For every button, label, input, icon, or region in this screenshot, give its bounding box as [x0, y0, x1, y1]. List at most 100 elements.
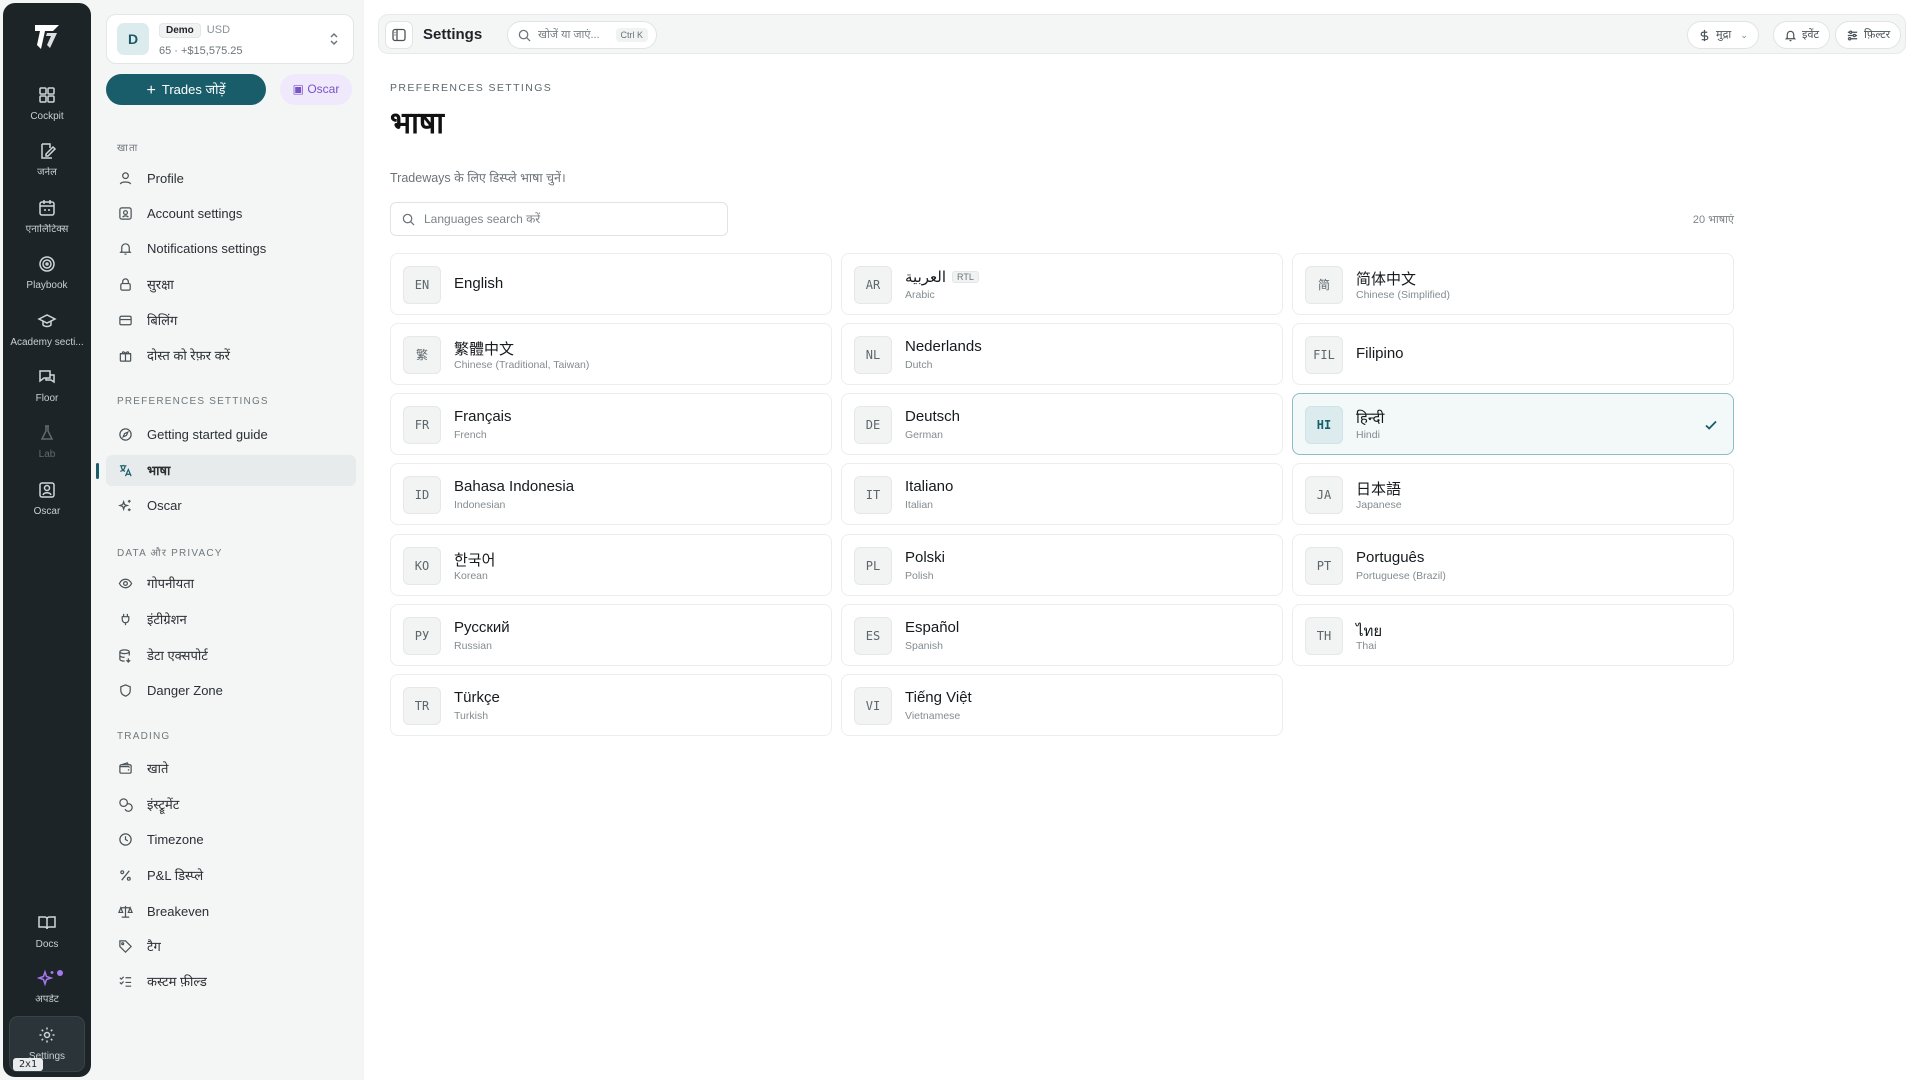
rail-item-playbook[interactable]: Playbook [3, 254, 91, 304]
language-option[interactable]: PL Polski Polish [841, 534, 1283, 596]
nav-item-label: P&L डिस्प्ले [147, 868, 204, 883]
language-option[interactable]: VI Tiếng Việt Vietnamese [841, 674, 1283, 736]
nav-item-language[interactable]: भाषा [96, 455, 356, 486]
nav-item-notifications[interactable]: Notifications settings [106, 233, 356, 264]
language-option[interactable]: ES Español Spanish [841, 604, 1283, 666]
language-name: हिन्दी [1356, 408, 1384, 428]
language-english-name: Polish [905, 570, 934, 582]
language-option[interactable]: TH ไทย Thai [1292, 604, 1734, 666]
currency-dropdown[interactable]: मुद्रा ⌄ [1687, 21, 1759, 49]
tradeways-logo-icon[interactable] [31, 21, 63, 53]
language-option[interactable]: TR Türkçe Turkish [390, 674, 832, 736]
language-name: Polski [905, 549, 945, 566]
language-name-text: Italiano [905, 478, 954, 495]
rail-item-updates[interactable]: अपडेट [3, 968, 91, 1018]
language-name: Deutsch [905, 408, 960, 425]
rail-item-lab[interactable]: Lab [3, 423, 91, 473]
rail-item-oscar[interactable]: Oscar [3, 480, 91, 530]
rail-item-analytics[interactable]: एनालिटिक्स [3, 198, 91, 248]
compass-icon [119, 428, 132, 441]
account-switcher[interactable]: D Demo USD 65 · +$15,575.25 [106, 14, 354, 64]
nav-item-label: इंटीग्रेशन [147, 612, 187, 627]
language-option[interactable]: EN English [390, 253, 832, 315]
rail-item-journal[interactable]: जर्नल [3, 141, 91, 191]
nav-item-profile[interactable]: Profile [106, 163, 356, 194]
language-code-badge: PL [854, 547, 892, 585]
language-name-text: Français [454, 408, 512, 425]
nav-item-integrations[interactable]: इंटीग्रेशन [106, 604, 356, 635]
nav-item-label: डेटा एक्सपोर्ट [147, 648, 208, 663]
tag-icon [119, 940, 132, 953]
nav-item-accounts[interactable]: खाते [106, 753, 356, 784]
nav-item-instruments[interactable]: इंस्ट्रूमेंट [106, 789, 356, 820]
language-option[interactable]: 简简体中文 Chinese (Simplified) [1292, 253, 1734, 315]
language-code-badge: DE [854, 406, 892, 444]
language-option[interactable]: ID Bahasa Indonesia Indonesian [390, 463, 832, 525]
checklist-icon [119, 976, 132, 987]
rail-item-academy[interactable]: Academy secti... [3, 311, 91, 361]
language-option[interactable]: AR العربية RTL Arabic [841, 253, 1283, 315]
sidebar-toggle-button[interactable] [385, 21, 413, 49]
language-code-badge: ES [854, 617, 892, 655]
language-name: Tiếng Việt [905, 689, 972, 706]
nav-item-data-export[interactable]: डेटा एक्सपोर्ट [106, 640, 356, 671]
language-code-badge: ID [403, 476, 441, 514]
nav-item-security[interactable]: सुरक्षा [106, 269, 356, 300]
language-option[interactable]: PT Português Portuguese (Brazil) [1292, 534, 1734, 596]
language-english-name: Dutch [905, 359, 933, 371]
language-option[interactable]: FR Français French [390, 393, 832, 455]
page-description: Tradeways के लिए डिस्प्ले भाषा चुनें। [390, 171, 566, 185]
update-badge [57, 970, 63, 976]
rail-item-label: Playbook [26, 280, 68, 291]
rail-item-docs[interactable]: Docs [3, 913, 91, 963]
language-option[interactable]: IT Italiano Italian [841, 463, 1283, 525]
language-name-text: English [454, 275, 504, 292]
nav-item-pnl-display[interactable]: P&L डिस्प्ले [106, 860, 356, 891]
nav-item-tags[interactable]: टैग [106, 931, 356, 962]
rail-item-floor[interactable]: Floor [3, 367, 91, 417]
language-english-name: Portuguese (Brazil) [1356, 570, 1446, 582]
language-name-text: Русский [454, 619, 510, 636]
nav-item-billing[interactable]: बिलिंग [106, 305, 356, 336]
rail-item-label: अपडेट [35, 994, 59, 1005]
language-option[interactable]: HI हिन्दी Hindi [1292, 393, 1734, 455]
language-option[interactable]: NL Nederlands Dutch [841, 323, 1283, 385]
nav-item-label: टैग [147, 939, 161, 954]
language-search-input[interactable]: Languages search करें [390, 202, 728, 236]
rail-item-label: जर्नल [37, 167, 57, 178]
page-title: भाषा [390, 107, 444, 140]
flask-icon [40, 425, 54, 440]
language-name: Italiano [905, 478, 953, 495]
nav-item-refer-friend[interactable]: दोस्त को रेफ़र करें [106, 340, 356, 371]
language-code-badge: AR [854, 266, 892, 304]
nav-item-oscar[interactable]: Oscar [106, 490, 356, 521]
rail-item-cockpit[interactable]: Cockpit [3, 85, 91, 135]
check-icon [1705, 420, 1717, 430]
language-code-badge: JA [1305, 476, 1343, 514]
language-option[interactable]: FIL Filipino [1292, 323, 1734, 385]
nav-item-breakeven[interactable]: Breakeven [106, 896, 356, 927]
oscar-button[interactable]: ▣ Oscar [280, 74, 352, 105]
nav-item-getting-started[interactable]: Getting started guide [106, 419, 356, 450]
language-english-name: Spanish [905, 640, 943, 652]
nav-item-danger-zone[interactable]: Danger Zone [106, 675, 356, 706]
language-code-badge: EN [403, 266, 441, 304]
plug-icon [121, 613, 130, 626]
language-option[interactable]: JA 日本語 Japanese [1292, 463, 1734, 525]
nav-item-privacy[interactable]: गोपनीयता [106, 568, 356, 599]
language-name-text: العربية [905, 269, 946, 286]
language-option[interactable]: РУ Русский Russian [390, 604, 832, 666]
nav-item-timezone[interactable]: Timezone [106, 824, 356, 855]
search-icon [402, 213, 415, 226]
language-option[interactable]: KO 한국어 Korean [390, 534, 832, 596]
events-button[interactable]: इवेंट [1773, 21, 1831, 49]
search-shortcut-badge: Ctrl K [615, 28, 648, 42]
nav-item-account-settings[interactable]: Account settings [106, 198, 356, 229]
nav-item-custom-fields[interactable]: कस्टम फ़ील्ड [106, 966, 356, 997]
add-trades-button[interactable]: + Trades जोड़ें [106, 74, 266, 105]
global-search-input[interactable]: खोजें या जाएं... Ctrl K [507, 21, 657, 49]
language-option[interactable]: 繁繁體中文 Chinese (Traditional, Taiwan) [390, 323, 832, 385]
rail-item-label: Academy secti... [10, 337, 84, 348]
language-option[interactable]: DE Deutsch German [841, 393, 1283, 455]
filter-button[interactable]: फ़िल्टर [1835, 21, 1902, 49]
